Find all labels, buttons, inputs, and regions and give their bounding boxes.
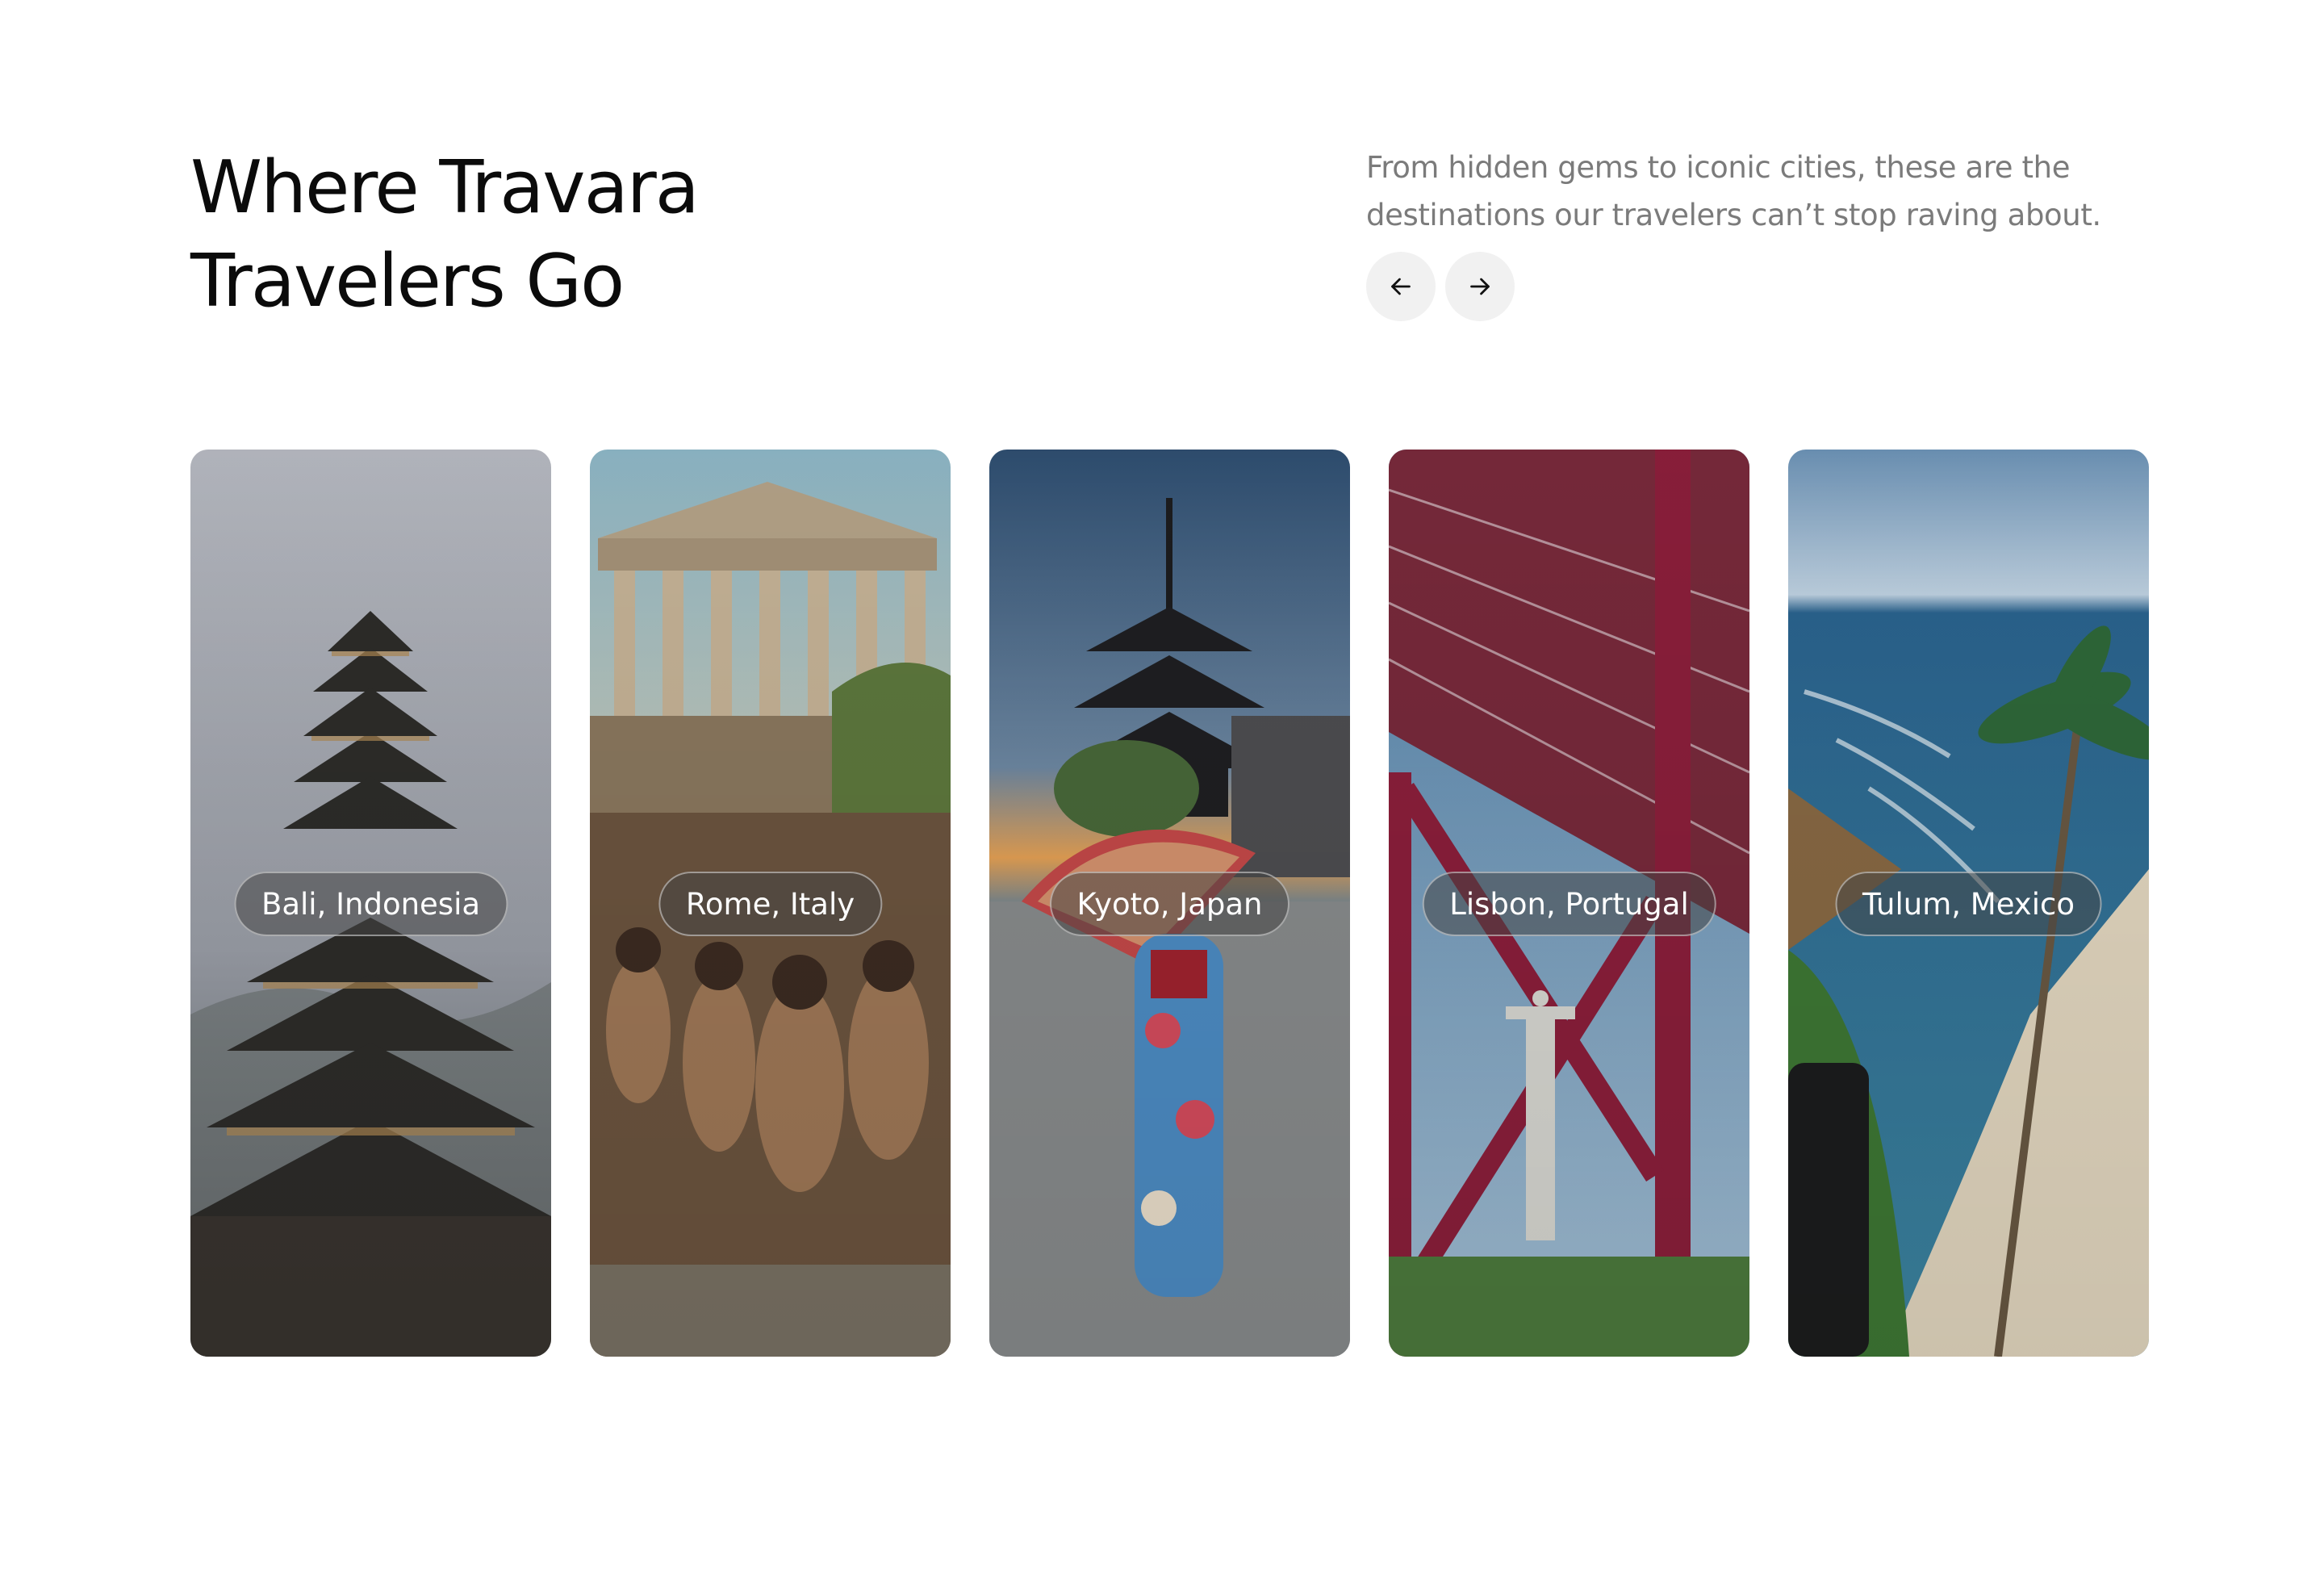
destination-label: Lisbon, Portugal [1422, 872, 1716, 936]
destination-label: Bali, Indonesia [233, 872, 508, 936]
previous-button[interactable] [1366, 252, 1436, 321]
destination-label: Tulum, Mexico [1835, 872, 2102, 936]
destination-cards: Bali, Indonesia Rome, Italy Kyoto, Japan… [190, 450, 2149, 1357]
destination-label: Rome, Italy [658, 872, 883, 936]
section-title: Where Travara Travelers Go [190, 141, 917, 328]
destination-card-lisbon[interactable]: Lisbon, Portugal [1389, 450, 1749, 1357]
section-title-line-2: Travelers Go [190, 239, 625, 324]
section-description: From hidden gems to iconic cities, these… [1366, 150, 2101, 232]
destination-card-kyoto[interactable]: Kyoto, Japan [989, 450, 1350, 1357]
destination-card-tulum[interactable]: Tulum, Mexico [1788, 450, 2149, 1357]
destination-card-rome[interactable]: Rome, Italy [590, 450, 951, 1357]
destination-card-bali[interactable]: Bali, Indonesia [190, 450, 551, 1357]
destination-label: Kyoto, Japan [1049, 872, 1290, 936]
next-button[interactable] [1445, 252, 1515, 321]
section-title-line-1: Where Travara [190, 145, 700, 230]
carousel-navigation [1366, 252, 1515, 321]
arrow-left-icon [1391, 278, 1411, 295]
arrow-right-icon [1470, 278, 1490, 295]
